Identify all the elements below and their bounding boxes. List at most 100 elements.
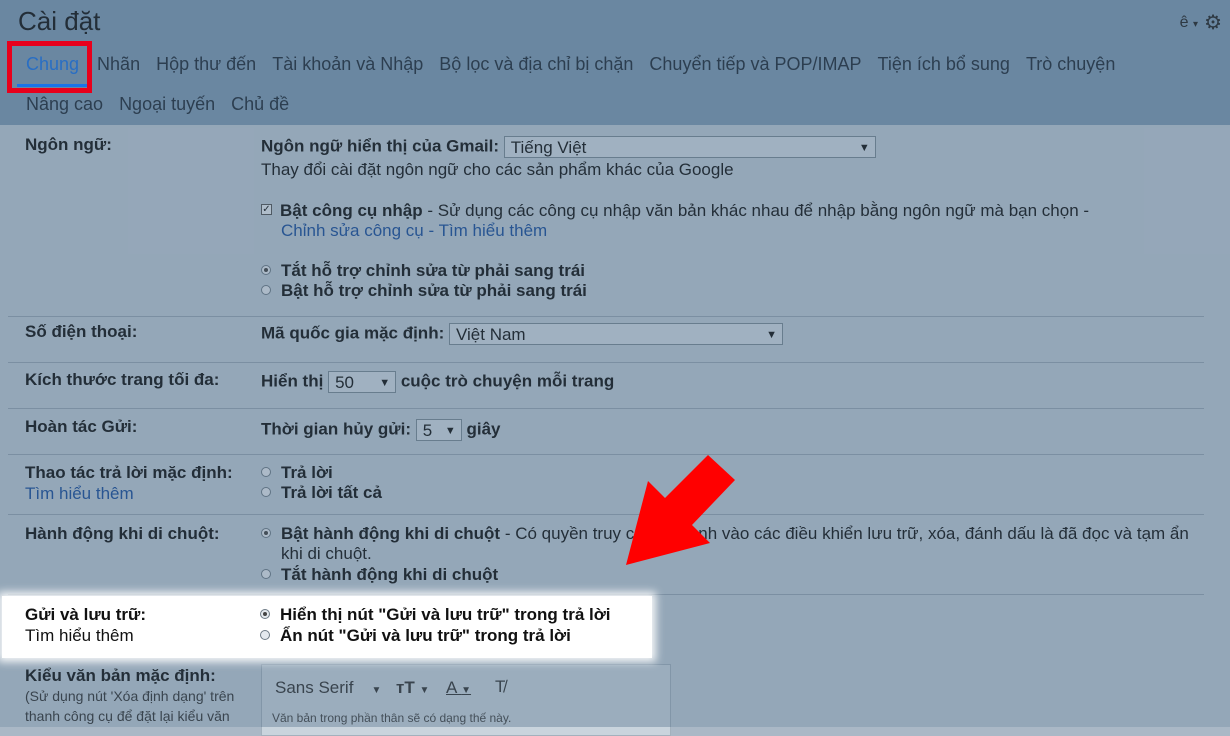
- tabs-row-1: Chung Nhãn Hộp thư đến Tài khoản và Nhập…: [14, 54, 1123, 75]
- reply-option[interactable]: Trả lời: [261, 463, 333, 483]
- undo-send-prefix: Thời gian hủy gửi:: [261, 419, 411, 439]
- active-tab-underline: [17, 84, 87, 87]
- page-title: Cài đặt: [18, 6, 101, 36]
- reply-all-label: Trả lời tất cả: [281, 483, 382, 502]
- hover-disable-option[interactable]: Tắt hành động khi di chuột: [261, 565, 498, 585]
- reply-label: Thao tác trả lời mặc định:: [25, 463, 233, 482]
- phone-country: Mã quốc gia mặc định: Việt Nam ▼: [261, 323, 783, 345]
- input-tools-label: Bật công cụ nhập: [280, 201, 423, 220]
- input-tools-checkbox[interactable]: ✓: [261, 204, 272, 216]
- chevron-down-icon: ▼: [858, 142, 870, 154]
- display-language-label: Ngôn ngữ hiển thị của Gmail:: [261, 136, 500, 156]
- font-size-icon[interactable]: тT ▼: [396, 678, 429, 698]
- tab-filters[interactable]: Bộ lọc và địa chỉ bị chặn: [431, 54, 641, 75]
- display-language: Ngôn ngữ hiển thị của Gmail: Tiếng Việt ▼: [261, 136, 876, 158]
- language-label: Ngôn ngữ:: [25, 135, 112, 154]
- display-language-value: Tiếng Việt: [510, 138, 587, 157]
- tab-forwarding[interactable]: Chuyển tiếp và POP/IMAP: [641, 54, 869, 75]
- page-size-label: Kích thước trang tối đa:: [25, 370, 220, 389]
- input-tools-button[interactable]: ê ▾: [1180, 14, 1198, 32]
- send-archive-learn-more-link[interactable]: Tìm hiểu thêm: [25, 626, 134, 646]
- hide-send-archive-option[interactable]: Ẩn nút "Gửi và lưu trữ" trong trả lời: [260, 626, 571, 646]
- text-style-editor: Sans Serif ▼ тT ▼ A ▼ T̸ Văn bản trong ph…: [261, 664, 671, 736]
- phone-country-label: Mã quốc gia mặc định:: [261, 323, 445, 343]
- gear-icon[interactable]: ⚙: [1204, 10, 1222, 35]
- country-select[interactable]: Việt Nam ▼: [448, 323, 783, 345]
- rtl-off-radio[interactable]: [261, 264, 271, 275]
- text-color-icon[interactable]: A ▼: [446, 678, 471, 698]
- tab-inbox[interactable]: Hộp thư đến: [148, 54, 264, 75]
- send-archive-label: Gửi và lưu trữ:: [25, 605, 147, 624]
- rtl-off-label: Tắt hỗ trợ chỉnh sửa từ phải sang trái: [281, 261, 586, 280]
- show-send-archive-radio[interactable]: [260, 608, 270, 619]
- country-value: Việt Nam: [455, 325, 526, 344]
- tab-labels[interactable]: Nhãn: [89, 54, 148, 75]
- hide-send-archive-radio[interactable]: [260, 629, 270, 640]
- link-separator: -: [423, 221, 439, 240]
- show-send-archive-option[interactable]: Hiển thị nút "Gửi và lưu trữ" trong trả …: [260, 605, 611, 625]
- undo-send-suffix: giây: [466, 419, 501, 439]
- page-size-row: Kích thước trang tối đa: Hiển thị 50 ▼ cu…: [8, 362, 1204, 409]
- hide-send-archive-label: Ẩn nút "Gửi và lưu trữ" trong trả lời: [280, 626, 571, 645]
- chevron-down-icon: ▼: [766, 329, 777, 341]
- tab-themes[interactable]: Chủ đề: [223, 94, 297, 115]
- tab-addons[interactable]: Tiện ích bổ sung: [870, 54, 1018, 75]
- default-text-label: Kiểu văn bản mặc định:: [25, 666, 216, 685]
- reply-row: Thao tác trả lời mặc định: Tìm hiểu thêm…: [8, 454, 1204, 515]
- page-size-prefix: Hiển thị: [261, 371, 324, 391]
- hover-enable-desc-tail: nh vào các điều khiển lưu trữ, xóa, đánh…: [698, 524, 1189, 543]
- hover-actions-row: Hành động khi di chuột: Bật hành động kh…: [8, 514, 1204, 595]
- input-tools-desc: - Sử dụng các công cụ nhập văn bản khác …: [422, 201, 1090, 220]
- send-archive-highlight: Gửi và lưu trữ: Tìm hiểu thêm Hiển thị n…: [2, 596, 652, 658]
- hover-disable-radio[interactable]: [261, 568, 271, 579]
- rtl-on-label: Bật hỗ trợ chỉnh sửa từ phải sang trái: [281, 281, 587, 300]
- rtl-on-option[interactable]: Bật hỗ trợ chỉnh sửa từ phải sang trái: [261, 281, 587, 301]
- learn-more-link[interactable]: Tìm hiểu thêm: [439, 221, 548, 240]
- hover-enable-radio[interactable]: [261, 527, 271, 538]
- undo-send-value: 5: [422, 421, 433, 440]
- show-send-archive-label: Hiển thị nút "Gửi và lưu trữ" trong trả …: [280, 605, 611, 624]
- page-size-setting: Hiển thị 50 ▼ cuộc trò chuyện mỗi trang: [261, 371, 614, 393]
- undo-send-row: Hoàn tác Gửi: Thời gian hủy gửi: 5 ▼ giây: [8, 408, 1204, 455]
- input-tools-setting: ✓ Bật công cụ nhập - Sử dụng các công cụ …: [261, 201, 1089, 221]
- input-tools-links: Chỉnh sửa công cụ - Tìm hiểu thêm: [281, 221, 547, 241]
- reply-radio[interactable]: [261, 466, 271, 477]
- hover-disable-label: Tắt hành động khi di chuột: [281, 565, 499, 584]
- change-language-link[interactable]: Thay đổi cài đặt ngôn ngữ cho các sản ph…: [261, 160, 734, 180]
- font-select[interactable]: Sans Serif ▼: [275, 678, 381, 698]
- chevron-down-icon: ▼: [444, 425, 456, 437]
- phone-label: Số điện thoại:: [25, 322, 138, 341]
- reply-option-label: Trả lời: [281, 463, 333, 482]
- hover-enable-desc-line2: khi di chuột.: [281, 544, 372, 563]
- default-text-desc-2: thanh công cụ để đặt lại kiểu văn: [25, 708, 230, 724]
- edit-tools-link[interactable]: Chỉnh sửa công cụ: [281, 221, 424, 240]
- hover-enable-label: Bật hành động khi di chuột: [281, 524, 501, 543]
- remove-formatting-icon[interactable]: T̸: [495, 677, 505, 697]
- hover-actions-label: Hành động khi di chuột:: [25, 524, 220, 543]
- tab-chat[interactable]: Trò chuyện: [1018, 54, 1123, 75]
- reply-all-option[interactable]: Trả lời tất cả: [261, 483, 382, 503]
- reply-all-radio[interactable]: [261, 486, 271, 497]
- undo-send-label: Hoàn tác Gửi:: [25, 417, 138, 436]
- tab-offline[interactable]: Ngoại tuyến: [111, 94, 223, 115]
- page-size-value: 50: [335, 373, 354, 392]
- phone-row: Số điện thoại: Mã quốc gia mặc định: Việ…: [8, 316, 1204, 363]
- tab-accounts[interactable]: Tài khoản và Nhập: [264, 54, 431, 75]
- undo-send-setting: Thời gian hủy gửi: 5 ▼ giây: [261, 419, 501, 441]
- chevron-down-icon: ▼: [379, 377, 391, 389]
- default-text-desc-1: (Sử dụng nút 'Xóa định dạng' trên: [25, 688, 235, 704]
- rtl-off-option[interactable]: Tắt hỗ trợ chỉnh sửa từ phải sang trái: [261, 261, 585, 281]
- undo-send-select[interactable]: 5 ▼: [415, 419, 462, 441]
- page-size-select[interactable]: 50 ▼: [328, 371, 397, 393]
- reply-learn-more-link[interactable]: Tìm hiểu thêm: [25, 484, 134, 504]
- settings-header: Cài đặt ê ▾ ⚙ Chung Nhãn Hộp thư đến Tài…: [0, 0, 1230, 125]
- rtl-on-radio[interactable]: [261, 284, 271, 295]
- text-preview: Văn bản trong phần thân sẽ có dạng thế n…: [272, 711, 512, 725]
- tab-advanced[interactable]: Nâng cao: [14, 94, 111, 115]
- input-tools-letter: ê: [1179, 13, 1189, 31]
- language-row: Ngôn ngữ: Ngôn ngữ hiển thị của Gmail: T…: [8, 125, 1204, 317]
- annotation-arrow-icon: [626, 455, 735, 565]
- hover-enable-desc: - Có quyền truy c: [500, 524, 635, 543]
- chevron-down-icon: ▼: [371, 685, 382, 696]
- display-language-select[interactable]: Tiếng Việt ▼: [503, 136, 876, 158]
